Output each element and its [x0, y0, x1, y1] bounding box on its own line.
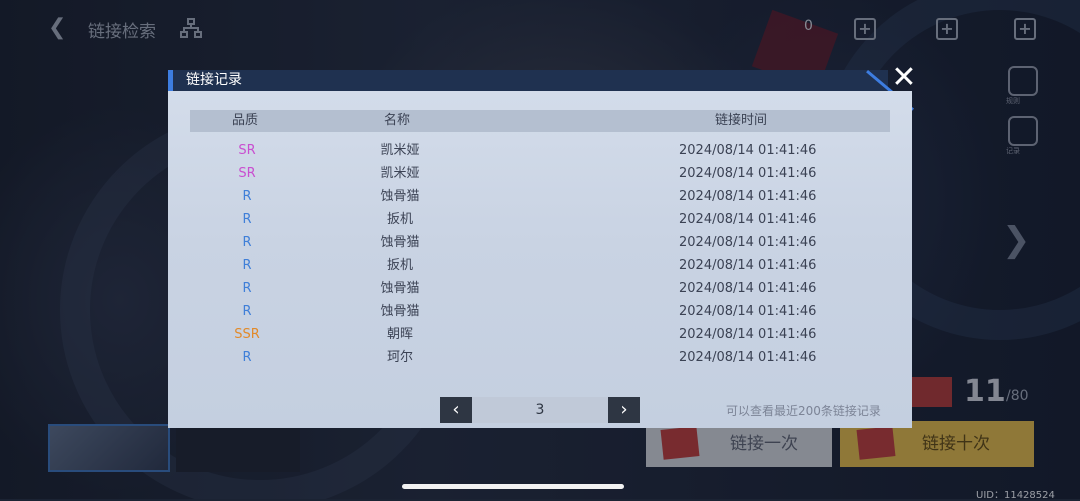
close-icon[interactable]: ✕ [890, 63, 918, 93]
quality-cell: R [242, 304, 252, 319]
time-cell: 2024/08/14 01:41:46 [679, 143, 817, 158]
time-cell: 2024/08/14 01:41:46 [679, 212, 817, 227]
table-row: R 蚀骨猫 2024/08/14 01:41:46 [190, 231, 890, 254]
name-cell: 珂尔 [386, 350, 413, 365]
time-cell: 2024/08/14 01:41:46 [679, 166, 817, 181]
name-cell: 凯米娅 [380, 166, 420, 181]
name-cell: 凯米娅 [380, 143, 420, 158]
table-row: SR 凯米娅 2024/08/14 01:41:46 [190, 162, 890, 185]
table-row: R 珂尔 2024/08/14 01:41:46 [190, 346, 890, 369]
quality-cell: R [242, 258, 252, 273]
time-cell: 2024/08/14 01:41:46 [679, 235, 817, 250]
quality-cell: SR [238, 166, 256, 181]
table-row: R 蚀骨猫 2024/08/14 01:41:46 [190, 277, 890, 300]
time-cell: 2024/08/14 01:41:46 [679, 327, 817, 342]
table-row: R 蚀骨猫 2024/08/14 01:41:46 [190, 185, 890, 208]
dialog-body: 品质 名称 链接时间 SR 凯米娅 2024/08/14 01:41:46 SR 凯米娅… [168, 91, 912, 428]
quality-cell: R [242, 189, 252, 204]
pull-history-dialog: 链接记录 品质 名称 链接时间 SR 凯米娅 2024/08/14 01:41:46… [168, 70, 914, 428]
quality-cell: R [242, 235, 252, 250]
header-accent [168, 70, 173, 91]
table-row: SR 凯米娅 2024/08/14 01:41:46 [190, 139, 890, 162]
column-header-quality: 品质 [232, 113, 259, 128]
time-cell: 2024/08/14 01:41:46 [679, 304, 817, 319]
quality-cell: R [242, 281, 252, 296]
table-row: R 扳机 2024/08/14 01:41:46 [190, 254, 890, 277]
time-cell: 2024/08/14 01:41:46 [679, 258, 817, 273]
table-row: SSR 朝晖 2024/08/14 01:41:46 [190, 323, 890, 346]
time-cell: 2024/08/14 01:41:46 [679, 281, 817, 296]
name-cell: 扳机 [386, 258, 413, 273]
dialog-title: 链接记录 [186, 72, 242, 88]
name-cell: 朝晖 [386, 327, 413, 342]
next-page-button[interactable]: › [608, 397, 640, 423]
name-cell: 蚀骨猫 [380, 235, 420, 250]
name-cell: 蚀骨猫 [380, 304, 420, 319]
quality-cell: R [242, 350, 252, 365]
name-cell: 蚀骨猫 [380, 281, 420, 296]
table-row: R 蚀骨猫 2024/08/14 01:41:46 [190, 300, 890, 323]
time-cell: 2024/08/14 01:41:46 [679, 350, 817, 365]
history-limit-note: 可以查看最近200条链接记录 [726, 404, 881, 418]
name-cell: 扳机 [386, 212, 413, 227]
table-row: R 扳机 2024/08/14 01:41:46 [190, 208, 890, 231]
quality-cell: SR [238, 143, 256, 158]
home-indicator [402, 484, 624, 489]
column-header-name: 名称 [384, 113, 411, 128]
time-cell: 2024/08/14 01:41:46 [679, 189, 817, 204]
column-header-time: 链接时间 [715, 113, 768, 128]
quality-cell: R [242, 212, 252, 227]
dialog-header: 链接记录 [168, 70, 888, 91]
quality-cell: SSR [234, 327, 260, 342]
page-number: 3 [472, 397, 608, 423]
prev-page-button[interactable]: ‹ [440, 397, 472, 423]
name-cell: 蚀骨猫 [380, 189, 420, 204]
table-header: 品质 名称 链接时间 [190, 110, 890, 132]
